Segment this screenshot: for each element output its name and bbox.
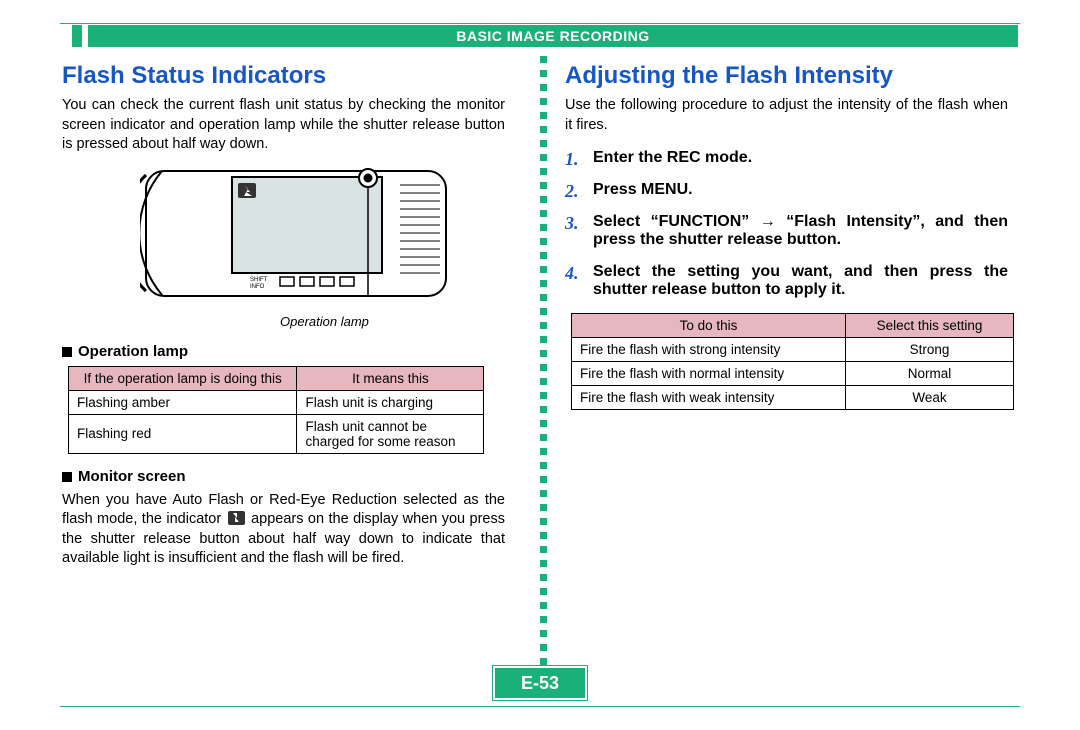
int-r3-c2: Weak [846, 386, 1014, 410]
int-r1-c2: Strong [846, 338, 1014, 362]
subhead-operation-lamp: Operation lamp [62, 343, 505, 360]
table-row: Fire the flash with weak intensity Weak [572, 386, 1014, 410]
table-row: Fire the flash with strong intensity Str… [572, 338, 1014, 362]
subhead-monitor-screen: Monitor screen [62, 468, 505, 485]
operation-lamp-table: If the operation lamp is doing this It m… [68, 366, 484, 454]
step-4: Select the setting you want, and then pr… [565, 263, 1008, 299]
right-title: Adjusting the Flash Intensity [565, 62, 1008, 90]
square-bullet-icon [62, 347, 72, 357]
table-row: Flashing amber Flash unit is charging [69, 390, 484, 414]
int-r2-c2: Normal [846, 362, 1014, 386]
left-column: Flash Status Indicators You can check th… [62, 56, 535, 674]
intensity-table: To do this Select this setting Fire the … [571, 313, 1014, 410]
int-r3-c1: Fire the flash with weak intensity [572, 386, 846, 410]
monitor-text: When you have Auto Flash or Red-Eye Redu… [62, 491, 505, 569]
subhead-operation-label: Operation lamp [78, 343, 188, 360]
op-r1-c2: Flash unit is charging [297, 390, 484, 414]
columns: Flash Status Indicators You can check th… [62, 56, 1018, 674]
camera-back-svg: SHIFT INFO [140, 165, 460, 305]
flash-icon [228, 511, 245, 525]
int-r1-c1: Fire the flash with strong intensity [572, 338, 846, 362]
right-intro: Use the following procedure to adjust th… [565, 96, 1008, 135]
label-info: INFO [250, 284, 265, 290]
header-bar: BASIC IMAGE RECORDING [88, 25, 1018, 47]
page-number: E-53 [493, 666, 587, 700]
page: BASIC IMAGE RECORDING (function(){ var d… [0, 0, 1080, 730]
left-title: Flash Status Indicators [62, 62, 505, 90]
int-r2-c1: Fire the flash with normal intensity [572, 362, 846, 386]
step-3: Select “FUNCTION” → “Flash Intensity”, a… [565, 213, 1008, 249]
square-bullet-icon [62, 472, 72, 482]
op-r2-c2: Flash unit cannot be charged for some re… [297, 414, 484, 453]
label-shift: SHIFT [250, 277, 268, 283]
step-2: Press MENU. [565, 181, 1008, 199]
steps-list: Enter the REC mode. Press MENU. Select “… [565, 149, 1008, 299]
int-table-h2: Select this setting [846, 314, 1014, 338]
step-1: Enter the REC mode. [565, 149, 1008, 167]
table-row: Flashing red Flash unit cannot be charge… [69, 414, 484, 453]
table-row: Fire the flash with normal intensity Nor… [572, 362, 1014, 386]
op-table-h1: If the operation lamp is doing this [69, 366, 297, 390]
int-table-h1: To do this [572, 314, 846, 338]
op-r2-c1: Flashing red [69, 414, 297, 453]
rule-bottom [60, 706, 1020, 707]
subhead-monitor-label: Monitor screen [78, 468, 186, 485]
op-table-h2: It means this [297, 366, 484, 390]
illustration-caption: Operation lamp [280, 314, 505, 329]
left-intro: You can check the current flash unit sta… [62, 96, 505, 155]
corner-accent [72, 25, 82, 47]
right-column: Adjusting the Flash Intensity Use the fo… [535, 56, 1018, 674]
camera-illustration: SHIFT INFO Operation lamp [140, 165, 505, 329]
rule-top [60, 23, 1020, 24]
op-r1-c1: Flashing amber [69, 390, 297, 414]
